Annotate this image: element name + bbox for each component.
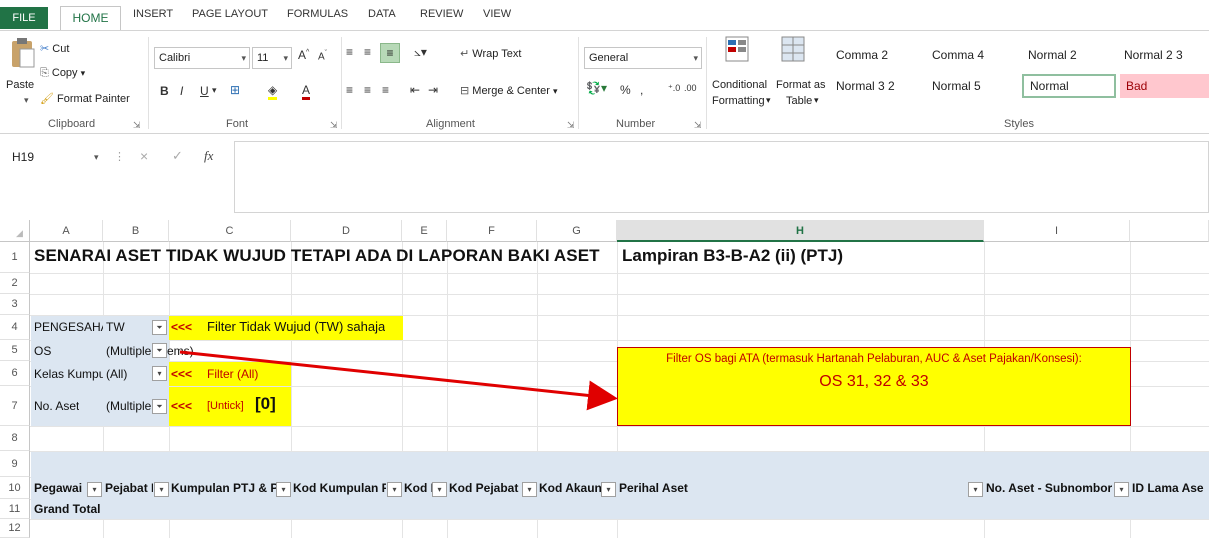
header-kod-kumpulan[interactable]: Kod Kumpulan P: [293, 481, 386, 495]
chevron-down-icon[interactable]: ▾: [276, 482, 291, 497]
chevron-down-icon[interactable]: ▾: [968, 482, 983, 497]
header-kod-akaun[interactable]: Kod Akaun: [539, 481, 601, 495]
chevron-down-icon[interactable]: ▾: [154, 482, 169, 497]
header-no-aset[interactable]: No. Aset - Subnombor: [986, 481, 1114, 495]
header-id-lama[interactable]: ID Lama Ase: [1132, 481, 1209, 495]
header-kumpulan-ptj[interactable]: Kumpulan PTJ & PT: [171, 481, 276, 495]
chevron-down-icon[interactable]: ▾: [601, 482, 616, 497]
header-perihal-aset[interactable]: Perihal Aset: [619, 481, 688, 495]
callout-arrow: [179, 350, 618, 411]
header-kod-pejabat[interactable]: Kod Pejabat I: [449, 481, 522, 495]
chevron-down-icon[interactable]: ▾: [1114, 482, 1129, 497]
chevron-down-icon[interactable]: ▾: [387, 482, 402, 497]
grand-total-label[interactable]: Grand Total: [34, 502, 100, 516]
chevron-down-icon[interactable]: ▾: [522, 482, 537, 497]
header-kod[interactable]: Kod I: [404, 481, 432, 495]
chevron-down-icon[interactable]: ▾: [432, 482, 447, 497]
header-pejabat[interactable]: Pejabat I: [105, 481, 153, 495]
chevron-down-icon[interactable]: ▾: [87, 482, 102, 497]
header-pegawai[interactable]: Pegawai F: [34, 481, 86, 495]
